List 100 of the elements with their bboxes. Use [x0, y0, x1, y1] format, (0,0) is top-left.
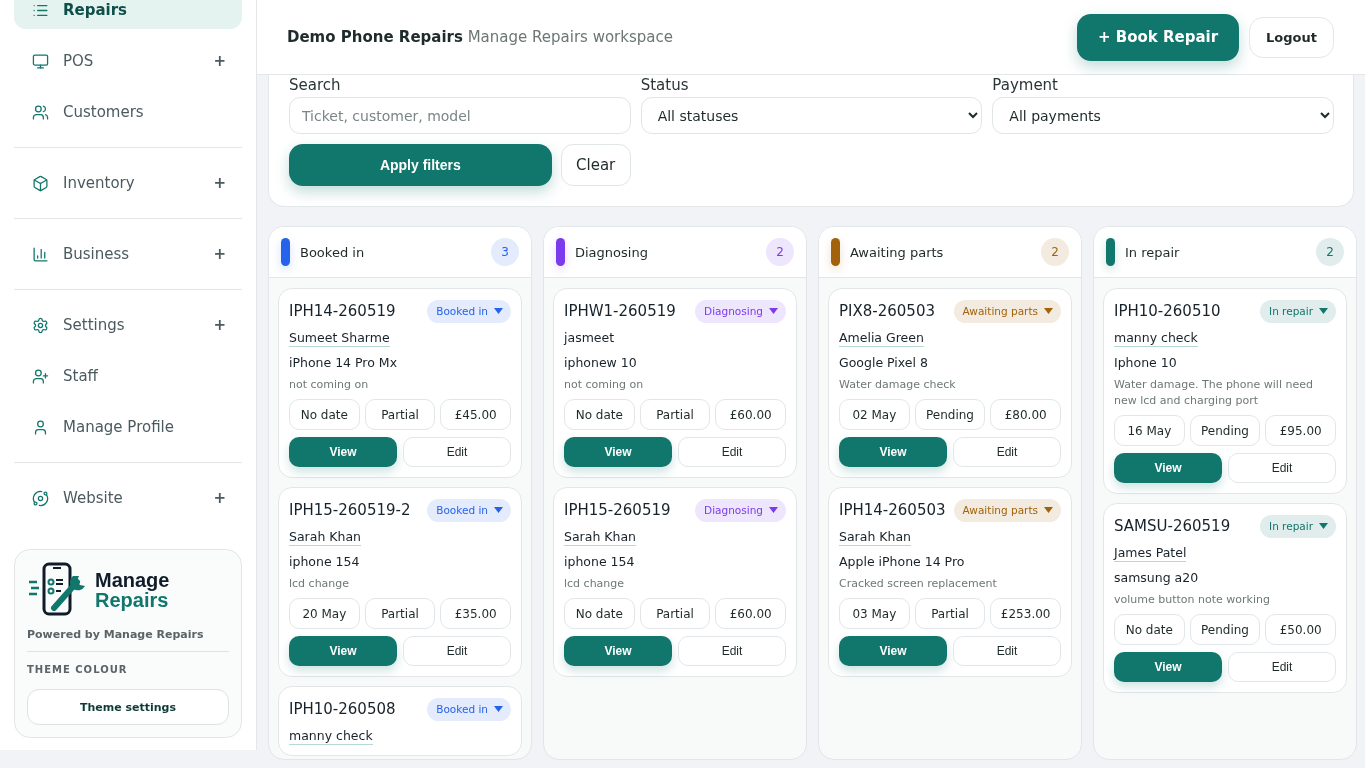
column-title: In repair — [1125, 244, 1181, 260]
edit-button[interactable]: Edit — [678, 636, 786, 666]
sidebar-item[interactable]: Customers — [14, 93, 242, 131]
price-chip: £80.00 — [990, 399, 1061, 430]
ticket-number: IPH10-260510 — [1114, 302, 1221, 320]
customer-name[interactable]: James Patel — [1114, 544, 1187, 562]
expand-toggle[interactable]: + — [213, 52, 226, 70]
price-chip: £35.00 — [440, 598, 511, 629]
sidebar-item-label: POS — [63, 52, 95, 70]
sidebar-item-label: Manage Profile — [63, 418, 175, 436]
edit-button[interactable]: Edit — [1228, 453, 1336, 483]
date-chip: 20 May — [289, 598, 360, 629]
caret-icon — [769, 507, 778, 513]
powered-by-text: Powered by Manage Repairs — [27, 628, 229, 652]
sidebar-item[interactable]: Settings + — [14, 306, 242, 344]
status-dropdown[interactable]: Diagnosing — [695, 498, 786, 522]
view-button[interactable]: View — [564, 636, 672, 666]
date-chip: 02 May — [839, 399, 910, 430]
view-button[interactable]: View — [1114, 453, 1222, 483]
customer-name[interactable]: manny check — [289, 727, 373, 745]
expand-toggle[interactable]: + — [213, 316, 226, 334]
device-model: samsung a20 — [1114, 569, 1200, 586]
sidebar-item[interactable]: POS + — [14, 42, 242, 80]
expand-toggle[interactable]: + — [213, 245, 226, 263]
sidebar-item-label: Website — [63, 489, 124, 507]
workspace-title: Demo Phone Repairs Manage Repairs workspace — [287, 28, 674, 46]
status-dropdown[interactable]: In repair — [1260, 514, 1336, 538]
customer-name[interactable]: Amelia Green — [839, 329, 924, 347]
field-label: Payment — [992, 75, 1059, 96]
issue-text: Water damage. The phone will need new lcd and charging port — [1114, 377, 1314, 409]
edit-button[interactable]: Edit — [403, 636, 511, 666]
clear-button[interactable]: Clear — [560, 144, 631, 186]
status-dropdown[interactable]: Diagnosing — [695, 299, 786, 323]
edit-button[interactable]: Edit — [678, 437, 786, 467]
sidebar-item[interactable]: Inventory + — [14, 164, 242, 202]
sidebar-item[interactable]: Repairs — [14, 0, 242, 29]
edit-button[interactable]: Edit — [403, 437, 511, 467]
view-button[interactable]: View — [289, 636, 397, 666]
sidebar-item-label: Customers — [63, 103, 145, 121]
ticket-number: PIX8-260503 — [839, 302, 935, 320]
customer-name[interactable]: Sarah Khan — [289, 528, 361, 546]
device-model: iphone 154 — [289, 553, 361, 570]
status-dropdown[interactable]: Booked in — [427, 697, 511, 721]
user-icon — [32, 418, 49, 436]
sidebar-item[interactable]: Business + — [14, 235, 242, 273]
ticket-number: IPH10-260508 — [289, 700, 396, 718]
logout-button[interactable]: Logout — [1249, 16, 1334, 58]
count-badge: 3 — [491, 238, 519, 266]
caret-icon — [1319, 523, 1328, 529]
edit-button[interactable]: Edit — [953, 636, 1061, 666]
issue-text: not coming on — [289, 377, 370, 393]
search-field[interactable]: Ticket, customer, model — [289, 97, 631, 134]
sidebar-item-label: Inventory — [63, 174, 136, 192]
status-dropdown[interactable]: Awaiting parts — [953, 498, 1061, 522]
sidebar-item[interactable]: Website + — [14, 479, 242, 517]
ticket-number: IPH14-260519 — [289, 302, 396, 320]
price-chip: £45.00 — [440, 399, 511, 430]
device-model: iphone 154 — [564, 553, 636, 570]
customer-name[interactable]: Sarah Khan — [839, 528, 911, 546]
ticket-number: IPH15-260519 — [564, 501, 671, 519]
sidebar-item-label: Staff — [63, 367, 99, 385]
expand-toggle[interactable]: + — [213, 174, 226, 192]
view-button[interactable]: View — [1114, 652, 1222, 682]
sidebar-item[interactable]: Staff — [14, 357, 242, 395]
customer-name[interactable]: Sumeet Sharme — [289, 329, 390, 347]
field-label: Status — [640, 75, 690, 96]
status-dropdown[interactable]: In repair — [1260, 299, 1336, 323]
status-dropdown[interactable]: Booked in — [427, 498, 511, 522]
expand-toggle[interactable]: + — [213, 489, 226, 507]
users-icon — [32, 103, 49, 121]
issue-text: lcd change — [564, 576, 626, 592]
sidebar-item-label: Business — [63, 245, 131, 263]
status-dropdown[interactable]: Awaiting parts — [953, 299, 1061, 323]
date-chip: 03 May — [839, 598, 910, 629]
issue-text: Water damage check — [839, 377, 957, 393]
view-button[interactable]: View — [839, 636, 947, 666]
date-chip: 16 May — [1114, 415, 1185, 446]
edit-button[interactable]: Edit — [1228, 652, 1336, 682]
edit-button[interactable]: Edit — [953, 437, 1061, 467]
customer-name: jasmeet — [564, 329, 615, 347]
payment-chip: Partial — [639, 598, 711, 629]
device-model: Google Pixel 8 — [839, 354, 929, 371]
customer-name[interactable]: Sarah Khan — [564, 528, 636, 546]
status-dropdown[interactable]: Booked in — [427, 299, 511, 323]
customer-name[interactable]: manny check — [1114, 329, 1198, 347]
book-repair-button[interactable]: + Book Repair — [1076, 13, 1240, 61]
status-select[interactable]: All statuses — [640, 97, 983, 134]
payment-select[interactable]: All payments — [992, 97, 1334, 134]
view-button[interactable]: View — [289, 437, 397, 467]
payment-chip: Partial — [364, 399, 436, 430]
sidebar-item[interactable]: Manage Profile — [14, 408, 242, 446]
box-icon — [32, 174, 49, 192]
price-chip: £253.00 — [990, 598, 1061, 629]
apply-filters-button[interactable]: Apply filters — [289, 144, 552, 186]
view-button[interactable]: View — [839, 437, 947, 467]
count-badge: 2 — [1316, 238, 1344, 266]
view-button[interactable]: View — [564, 437, 672, 467]
caret-icon — [494, 706, 503, 712]
theme-settings-button[interactable]: Theme settings — [27, 689, 229, 725]
device-model: iphonew 10 — [564, 354, 638, 371]
